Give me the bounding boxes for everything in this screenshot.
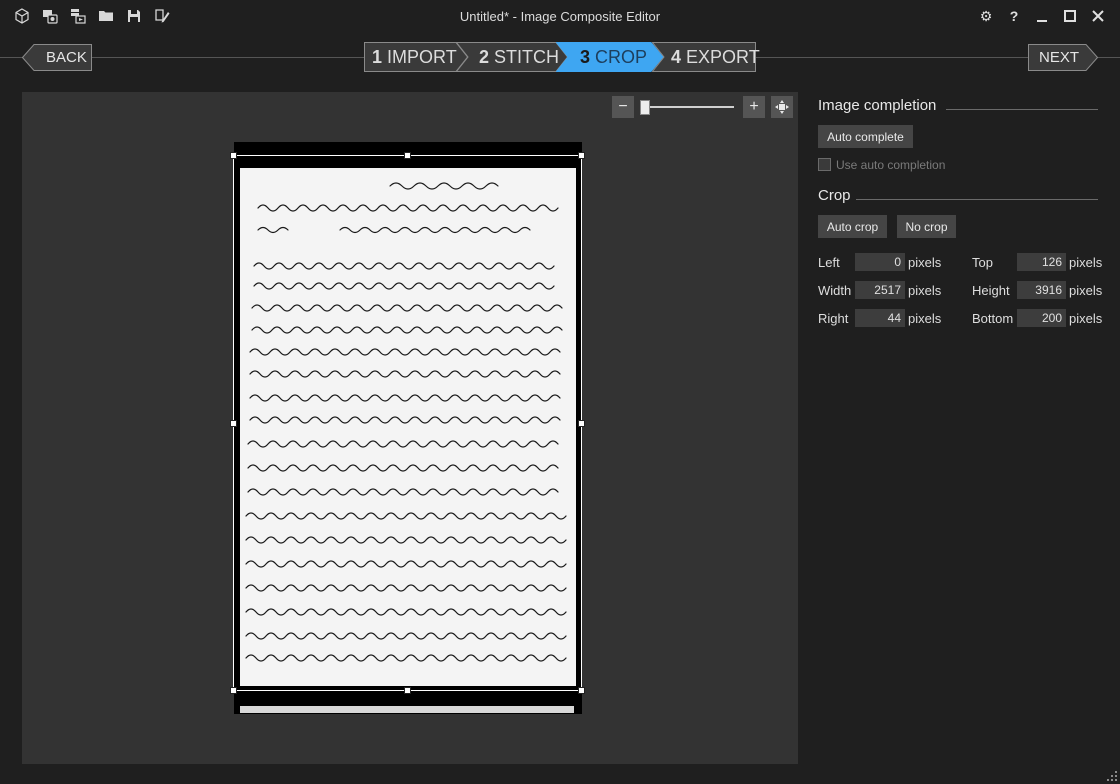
height-field[interactable] — [1017, 281, 1066, 299]
image-completion-title: Image completion — [818, 97, 937, 114]
right-label: Right — [818, 311, 849, 326]
auto-crop-button[interactable]: Auto crop — [818, 215, 887, 238]
title-bar: Untitled* - Image Composite Editor ⚙ ? — [0, 0, 1120, 32]
use-auto-completion-label: Use auto completion — [836, 158, 946, 172]
zoom-slider-track[interactable] — [640, 106, 734, 108]
crop-handle-right[interactable] — [578, 420, 585, 427]
save-project-icon[interactable] — [126, 8, 142, 24]
back-label: BACK — [46, 49, 87, 66]
step-stitch[interactable]: 2 STITCH — [456, 42, 568, 72]
use-auto-completion-checkbox[interactable] — [818, 158, 831, 171]
zoom-out-button[interactable]: − — [612, 96, 634, 118]
crop-title: Crop — [818, 187, 851, 204]
save-project-as-icon[interactable] — [154, 8, 170, 24]
open-project-icon[interactable] — [98, 8, 114, 24]
left-field[interactable] — [855, 253, 905, 271]
settings-icon[interactable]: ⚙ — [976, 6, 996, 26]
step-stitch-number: 2 — [479, 46, 490, 67]
width-unit: pixels — [908, 283, 942, 298]
new-project-icon[interactable] — [14, 8, 30, 24]
next-label: NEXT — [1039, 49, 1080, 66]
top-unit: pixels — [1069, 255, 1103, 270]
bottom-field[interactable] — [1017, 309, 1066, 327]
height-label: Height — [972, 283, 1010, 298]
width-label: Width — [818, 283, 852, 298]
crop-handle-bottom-left[interactable] — [230, 687, 237, 694]
close-button[interactable] — [1088, 6, 1108, 26]
step-import[interactable]: 1 IMPORT — [364, 42, 468, 72]
auto-complete-button[interactable]: Auto complete — [818, 125, 913, 148]
bottom-unit: pixels — [1069, 311, 1103, 326]
crop-handle-left[interactable] — [230, 420, 237, 427]
fit-to-window-icon[interactable] — [771, 96, 793, 118]
step-export[interactable]: 4 EXPORT — [652, 42, 760, 72]
no-crop-button[interactable]: No crop — [897, 215, 956, 238]
right-unit: pixels — [908, 311, 942, 326]
step-export-label: EXPORT — [686, 46, 760, 67]
image-completion-divider — [946, 109, 1098, 110]
back-button[interactable]: BACK — [22, 44, 92, 71]
maximize-button[interactable] — [1060, 6, 1080, 26]
width-field[interactable] — [855, 281, 905, 299]
step-crop-number: 3 — [580, 46, 591, 67]
minimize-button[interactable] — [1032, 6, 1052, 26]
new-panorama-from-video-icon[interactable] — [70, 8, 86, 24]
left-label: Left — [818, 255, 840, 270]
resize-grip-icon[interactable] — [1106, 770, 1118, 782]
height-unit: pixels — [1069, 283, 1103, 298]
crop-handle-top-left[interactable] — [230, 152, 237, 159]
step-crop-label: CROP — [595, 46, 648, 67]
crop-handle-top-right[interactable] — [578, 152, 585, 159]
crop-handle-bottom[interactable] — [404, 687, 411, 694]
step-stitch-label: STITCH — [494, 46, 560, 67]
left-unit: pixels — [908, 255, 942, 270]
zoom-in-button[interactable]: + — [743, 96, 765, 118]
step-crop[interactable]: 3 CROP — [556, 42, 664, 72]
bottom-label: Bottom — [972, 311, 1014, 326]
crop-rectangle[interactable] — [233, 155, 582, 691]
right-field[interactable] — [855, 309, 905, 327]
step-export-number: 4 — [671, 46, 682, 67]
crop-handle-top[interactable] — [404, 152, 411, 159]
top-label: Top — [972, 255, 993, 270]
wizard-steps: 1 IMPORT 2 STITCH 3 CROP 4 EXPORT — [364, 42, 760, 72]
top-field[interactable] — [1017, 253, 1066, 271]
crop-divider — [856, 199, 1098, 200]
panorama-image-edge — [240, 706, 574, 713]
zoom-slider-thumb[interactable] — [640, 100, 650, 115]
help-icon[interactable]: ? — [1004, 6, 1024, 26]
crop-handle-bottom-right[interactable] — [578, 687, 585, 694]
step-import-number: 1 — [372, 46, 383, 67]
next-button[interactable]: NEXT — [1028, 44, 1098, 71]
step-import-label: IMPORT — [387, 46, 457, 67]
new-panorama-from-images-icon[interactable] — [42, 8, 58, 24]
